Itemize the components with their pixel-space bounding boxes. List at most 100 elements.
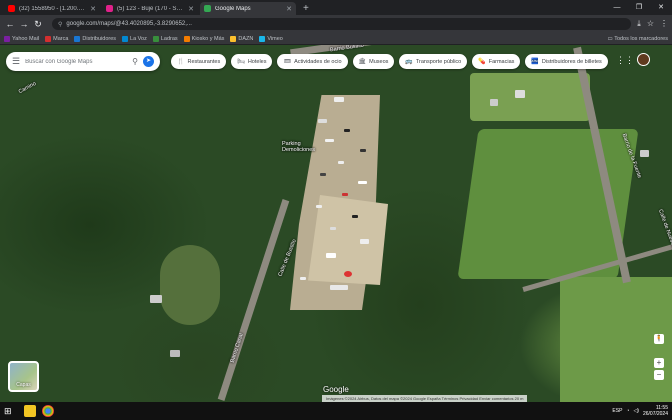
zoom-out-button[interactable]: − [654,370,664,380]
satellite-map[interactable]: Camino Barrio Bustillo Calle de Bustillo… [0,45,672,402]
bookmark-favicon-icon [45,35,52,42]
house [515,90,525,98]
vehicle [344,271,352,277]
forward-arrow-icon[interactable]: → [18,19,30,29]
vehicle [334,97,344,102]
windows-start-icon[interactable]: ⊞ [4,406,18,417]
tab-close-icon[interactable]: ✕ [90,5,96,13]
youtube-favicon-icon [8,5,15,12]
new-tab-button[interactable]: + [298,2,314,15]
museum-icon: 🏛 [358,59,367,65]
restore-button[interactable]: ❐ [628,0,650,15]
field-northeast [470,73,590,121]
vehicle [342,193,348,196]
back-arrow-icon[interactable]: ← [4,19,16,29]
system-tray: ESP ◔ ◁) 11:55 26/07/2024 [612,405,668,417]
chip-atms[interactable]: 🏧 Distribuidores de billetes [525,54,608,69]
browser-menu-icon[interactable]: ⋮ [660,19,668,29]
file-explorer-icon[interactable] [24,405,36,417]
directions-icon[interactable]: ➤ [143,56,154,67]
bookmark-item[interactable]: Ladras [152,35,178,42]
bookmark-item[interactable]: Marca [45,35,68,42]
vehicle [358,181,367,184]
tab-close-icon[interactable]: ✕ [188,5,194,13]
search-icon[interactable]: ⚲ [132,57,138,66]
map-attribution[interactable]: Imágenes ©2024 Airbus, Datos del mapa ©2… [322,395,528,402]
browser-tab-2[interactable]: (5) 123 - Buje (170 - Santander) ✕ [102,2,198,15]
browser-tab-1[interactable]: (32) 1558950 - [1.200.145, ...] ✕ [4,2,100,15]
layers-button[interactable]: Capas [8,361,39,392]
bed-icon: 🛏 [237,59,245,65]
pegman-icon[interactable]: 🧍 [654,334,664,344]
chip-restaurants[interactable]: 🍴 Restaurantes [171,54,227,69]
vehicle [360,149,366,152]
bookmark-favicon-icon [152,35,159,42]
chip-hotels[interactable]: 🛏 Hoteles [231,54,273,69]
chip-museums[interactable]: 🏛 Museos [352,54,395,69]
site-info-icon[interactable]: ⚲ [58,21,62,28]
bookmark-item[interactable]: Distribuidores [74,35,116,42]
all-bookmarks-button[interactable]: ▭ Todos los marcadores [607,36,668,42]
atm-icon: 🏧 [531,59,539,65]
bookmark-item[interactable]: Kiosko y Más [183,35,224,42]
chip-pharmacies[interactable]: 💊 Farmacias [472,54,521,69]
road-label: Barrio Bustillo [329,45,365,54]
wifi-icon[interactable]: ◔ [626,408,629,414]
install-icon[interactable]: ⤓ [637,19,641,29]
road-label: Calle de Nuestra Señora [656,208,672,268]
vehicle [338,161,344,164]
fork-knife-icon: 🍴 [177,59,185,65]
zoom-in-button[interactable]: + [654,358,664,368]
bookmark-item[interactable]: Vimeo [259,35,283,42]
address-bar[interactable]: ⚲ google.com/maps/@43.4020895,-3.8290652… [52,18,632,30]
vehicle [320,173,326,176]
language-indicator[interactable]: ESP [612,408,622,414]
browser-tab-google-maps[interactable]: Google Maps ✕ [200,2,296,15]
avatar[interactable] [637,53,650,66]
chrome-icon[interactable] [42,405,54,417]
tab-close-icon[interactable]: ✕ [286,5,292,13]
ticket-icon: 🎟 [283,59,292,65]
place-label[interactable]: Parking Demoliciones [282,141,315,153]
clock[interactable]: 11:55 26/07/2024 [643,405,668,417]
bookmarks-bar: Yahoo Mail Marca Distribuidores La Voz L… [0,33,672,45]
chip-public-transport[interactable]: 🚌 Transporte público [399,54,468,69]
bus-icon: 🚌 [405,59,413,65]
bookmark-item[interactable]: DAZN [230,35,253,42]
tab-bar: (32) 1558950 - [1.200.145, ...] ✕ (5) 12… [0,0,672,15]
vehicle [344,129,350,132]
url-text: google.com/maps/@43.4020895,-3.8290652,.… [66,21,192,27]
bookmark-item[interactable]: La Voz [122,35,147,42]
vehicle [330,227,336,230]
category-chips: 🍴 Restaurantes 🛏 Hoteles 🎟 Actividades de o… [171,54,608,69]
hamburger-menu-icon[interactable]: ☰ [12,56,20,67]
folder-icon: ▭ [607,35,615,42]
reload-icon[interactable]: ↻ [32,19,44,30]
house [640,150,649,157]
vehicle [325,139,334,142]
house [170,350,180,357]
vehicle [330,285,348,290]
toolbar-icons: ⤓ ☆ ⋮ [637,19,668,29]
pill-icon: 💊 [478,59,486,65]
maps-search-input[interactable] [25,58,129,65]
close-window-button[interactable]: ✕ [650,0,672,15]
google-logo: Google [323,385,349,394]
google-maps-favicon-icon [204,5,211,12]
minimize-button[interactable]: — [606,0,628,15]
vehicle [316,205,322,208]
bookmark-star-icon[interactable]: ☆ [647,19,654,29]
taskbar: ⊞ ESP ◔ ◁) 11:55 26/07/2024 [0,402,672,420]
google-apps-icon[interactable]: ⋮⋮ [616,55,634,66]
vehicle [326,253,336,258]
bookmark-favicon-icon [259,35,266,42]
chip-activities[interactable]: 🎟 Actividades de ocio [277,54,348,69]
bookmark-favicon-icon [183,35,190,42]
volume-icon[interactable]: ◁) [633,408,639,414]
vehicle [318,119,327,123]
tab-title: (5) 123 - Buje (170 - Santander) [117,5,185,12]
bookmark-item[interactable]: Yahoo Mail [4,35,39,42]
window-controls: — ❐ ✕ [606,0,672,15]
road-west [217,199,290,401]
road-label: Camino [17,80,38,96]
